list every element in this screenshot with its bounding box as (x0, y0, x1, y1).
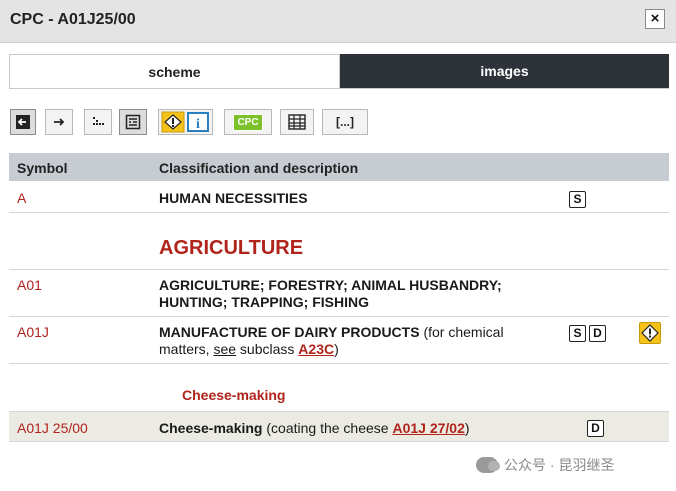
expand-right-button[interactable] (45, 109, 73, 135)
row-symbol[interactable]: A (17, 190, 26, 206)
arrow-left-icon (16, 115, 30, 129)
wechat-logo-icon (476, 457, 500, 473)
dialog-title: CPC - A01J25/00 (10, 11, 136, 28)
row-title-line: AGRICULTURE; FORESTRY; ANIMAL HUSBANDRY; (159, 277, 502, 293)
tree-view-button[interactable] (119, 109, 147, 135)
header-symbol: Symbol (17, 160, 68, 176)
row-title: HUMAN NECESSITIES (159, 190, 308, 206)
table-header: Symbol Classification and description (9, 153, 669, 181)
ref-link-a23c[interactable]: A23C (298, 341, 334, 357)
table-view-button[interactable] (280, 109, 314, 135)
row-title: AGRICULTURE; FORESTRY; ANIMAL HUSBANDRY;… (159, 277, 502, 311)
table-grid-icon (288, 114, 306, 130)
table-row: A HUMAN NECESSITIES S (9, 181, 669, 213)
row-description: MANUFACTURE OF DAIRY PRODUCTS (for chemi… (159, 324, 504, 358)
hierarchy-dots-button[interactable] (84, 109, 112, 135)
row-title-line: HUNTING; TRAPPING; FISHING (159, 294, 369, 310)
tab-scheme[interactable]: scheme (9, 54, 340, 89)
cpc-badge: CPC (233, 113, 263, 131)
table-row: A01 AGRICULTURE; FORESTRY; ANIMAL HUSBAN… (9, 270, 669, 317)
collapse-left-button[interactable] (10, 109, 36, 135)
cpc-dialog: CPC - A01J25/00 × scheme images i CPC [.… (0, 0, 676, 491)
row-title: Cheese-making (159, 420, 263, 436)
table-row: A01J MANUFACTURE OF DAIRY PRODUCTS (for … (9, 317, 669, 364)
row-title: MANUFACTURE OF DAIRY PRODUCTS (159, 324, 420, 340)
svg-text:i: i (196, 117, 200, 132)
row-note: ) (464, 420, 470, 436)
row-note: (coating the cheese (262, 420, 393, 436)
d-icon[interactable]: D (589, 325, 606, 342)
row-description: Cheese-making (coating the cheese A01J 2… (159, 420, 470, 437)
arrow-right-icon (54, 118, 65, 126)
bracket-button[interactable]: [...] (322, 109, 368, 135)
tab-images[interactable]: images (340, 54, 669, 89)
hierarchy-icon (93, 117, 104, 125)
tree-view-icon (125, 114, 141, 130)
table-row-selected: A01J 25/00 Cheese-making (coating the ch… (9, 411, 669, 442)
warning-info-icon: i (161, 111, 209, 133)
section-heading-cheese-making: Cheese-making (182, 387, 286, 403)
cpc-button[interactable]: CPC (224, 109, 272, 135)
header-description: Classification and description (159, 160, 359, 176)
row-note: matters, (159, 341, 214, 357)
see-link[interactable]: see (213, 341, 236, 357)
dialog-titlebar: CPC - A01J25/00 × (0, 0, 676, 43)
ref-link-a01j-27-02[interactable]: A01J 27/02 (392, 420, 464, 436)
s-icon[interactable]: S (569, 191, 586, 208)
row-note: (for chemical (419, 324, 504, 340)
tab-divider (9, 88, 669, 89)
s-icon[interactable]: S (569, 325, 586, 342)
close-button[interactable]: × (645, 9, 665, 29)
row-note: subclass (236, 341, 299, 357)
row-symbol[interactable]: A01 (17, 277, 42, 293)
heading-row (9, 213, 669, 270)
d-icon[interactable]: D (587, 420, 604, 437)
watermark-text: 公众号 · 昆羽继圣 (504, 457, 615, 473)
watermark: 公众号 · 昆羽继圣 (476, 455, 614, 475)
row-symbol[interactable]: A01J 25/00 (17, 420, 88, 436)
tab-bar: scheme images (9, 54, 669, 89)
row-note: ) (334, 341, 339, 357)
warnings-info-button[interactable]: i (158, 109, 213, 135)
row-symbol[interactable]: A01J (17, 324, 49, 340)
warning-icon[interactable] (639, 322, 661, 344)
